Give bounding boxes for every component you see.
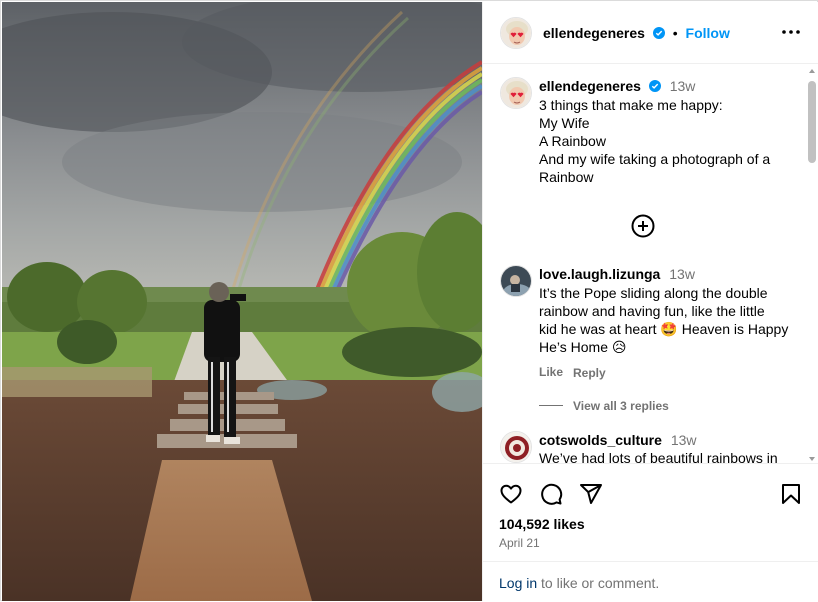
post-header: ellendegeneres • Follow [483,2,818,64]
post-sidebar: ellendegeneres • Follow ellendegeneres 1… [482,2,818,601]
scrollbar-thumb[interactable] [808,81,816,163]
separator-dot: • [672,25,678,41]
caption-line: 3 things that make me happy: [539,97,723,113]
heart-icon[interactable] [499,482,523,506]
comment-username[interactable]: love.laugh.lizunga [539,266,660,282]
post-date[interactable]: April 21 [499,536,540,550]
likes-count[interactable]: 104,592 likes [499,516,585,532]
bookmark-icon[interactable] [779,482,803,506]
more-icon[interactable] [781,24,801,40]
caption-avatar[interactable] [500,77,532,109]
comment-time[interactable]: 13w [669,266,695,282]
caption-line: A Rainbow [539,133,606,149]
comment-line: He’s Home 😥 [539,339,627,355]
login-prompt: Log in to like or comment. [499,575,659,591]
author-avatar[interactable] [500,17,532,49]
scrollbar-down-arrow[interactable] [809,457,815,461]
avatar-image [501,18,531,48]
follow-button[interactable]: Follow [686,25,730,41]
add-comment-icon[interactable] [631,214,655,238]
comment-line: It’s the Pope sliding along the double [539,285,768,301]
post-dialog: ellendegeneres • Follow ellendegeneres 1… [0,0,818,601]
comment-line: rainbow and having fun, like the little [539,303,765,319]
comment-like-button[interactable]: Like [539,365,563,379]
view-replies-button[interactable]: View all 3 replies [573,399,669,413]
comment-time[interactable]: 13w [671,432,697,448]
share-icon[interactable] [579,482,603,506]
scrollbar-up-arrow[interactable] [809,69,815,73]
login-text: to like or comment. [537,575,660,591]
avatar-image [501,266,531,296]
comment-reply-button[interactable]: Reply [573,366,606,380]
avatar-image [501,78,531,108]
comment-header: cotswolds_culture 13w [539,431,697,449]
verified-icon [648,80,661,92]
author-username[interactable]: ellendegeneres [543,25,645,41]
action-bar: 104,592 likes April 21 Log in to like or… [483,463,818,601]
comment-line: kid he was at heart 🤩 Heaven is Happy [539,321,789,337]
replies-divider [539,405,563,406]
caption-time[interactable]: 13w [670,78,696,94]
caption-username[interactable]: ellendegeneres [539,78,641,94]
login-bar: Log in to like or comment. [483,561,818,602]
verified-icon [652,27,665,39]
avatar-image [501,432,531,462]
comment-line: We’ve had lots of beautiful rainbows in [539,450,778,463]
comment-username[interactable]: cotswolds_culture [539,432,662,448]
post-photo[interactable] [2,2,482,601]
caption-line: My Wife [539,115,590,131]
login-link[interactable]: Log in [499,575,537,591]
caption-line: Rainbow [539,169,594,185]
comment-icon[interactable] [539,482,563,506]
commenter-avatar[interactable] [500,431,532,463]
comments-scroll-area[interactable]: ellendegeneres 13w 3 things that make me… [483,65,818,463]
caption-header: ellendegeneres 13w [539,77,695,95]
comment-header: love.laugh.lizunga 13w [539,265,695,283]
caption-line: And my wife taking a photograph of a [539,151,771,167]
commenter-avatar[interactable] [500,265,532,297]
